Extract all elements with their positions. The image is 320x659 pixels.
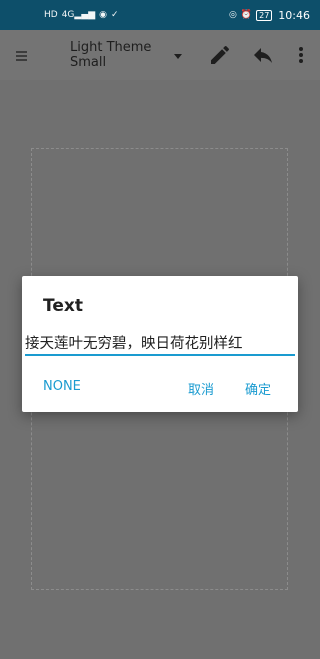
messenger-icon: ◉ [99,9,108,20]
more-options-button[interactable] [289,43,313,67]
text-input[interactable] [25,330,295,356]
alarm-icon: ⏰ [240,9,253,20]
theme-label-line1: Light Theme [70,40,152,55]
hd-icon: HD [44,9,58,20]
network-label: 4G [61,9,75,20]
menu-icon[interactable] [16,51,27,61]
theme-label-line2: Small [70,55,107,70]
reply-icon [254,48,272,63]
theme-dropdown[interactable]: Light Theme Small [70,40,186,72]
signal-4g-icon: 4G▂▄▆ [61,9,96,20]
cancel-button[interactable]: 取消 [188,379,214,398]
more-vert-icon [299,47,303,63]
dialog-title: Text [43,296,83,316]
text-dialog: Text NONE 取消 确定 [22,276,298,412]
battery-indicator: 27 [256,9,273,21]
clock: 10:46 [278,8,310,22]
check-icon: ✓ [111,9,119,20]
ok-button[interactable]: 确定 [245,379,271,398]
undo-button[interactable] [251,43,275,67]
status-right: ◎ ⏰ 27 10:46 [229,9,310,22]
none-button[interactable]: NONE [43,379,81,394]
status-bar: HD 4G▂▄▆ ◉ ✓ ◎ ⏰ 27 10:46 [0,0,320,30]
pencil-icon [211,45,230,64]
status-left: HD 4G▂▄▆ ◉ ✓ [44,9,119,20]
chevron-down-icon[interactable] [174,54,182,59]
edit-button[interactable] [208,43,232,67]
eye-icon: ◎ [229,9,237,20]
toolbar: Light Theme Small [0,30,320,80]
